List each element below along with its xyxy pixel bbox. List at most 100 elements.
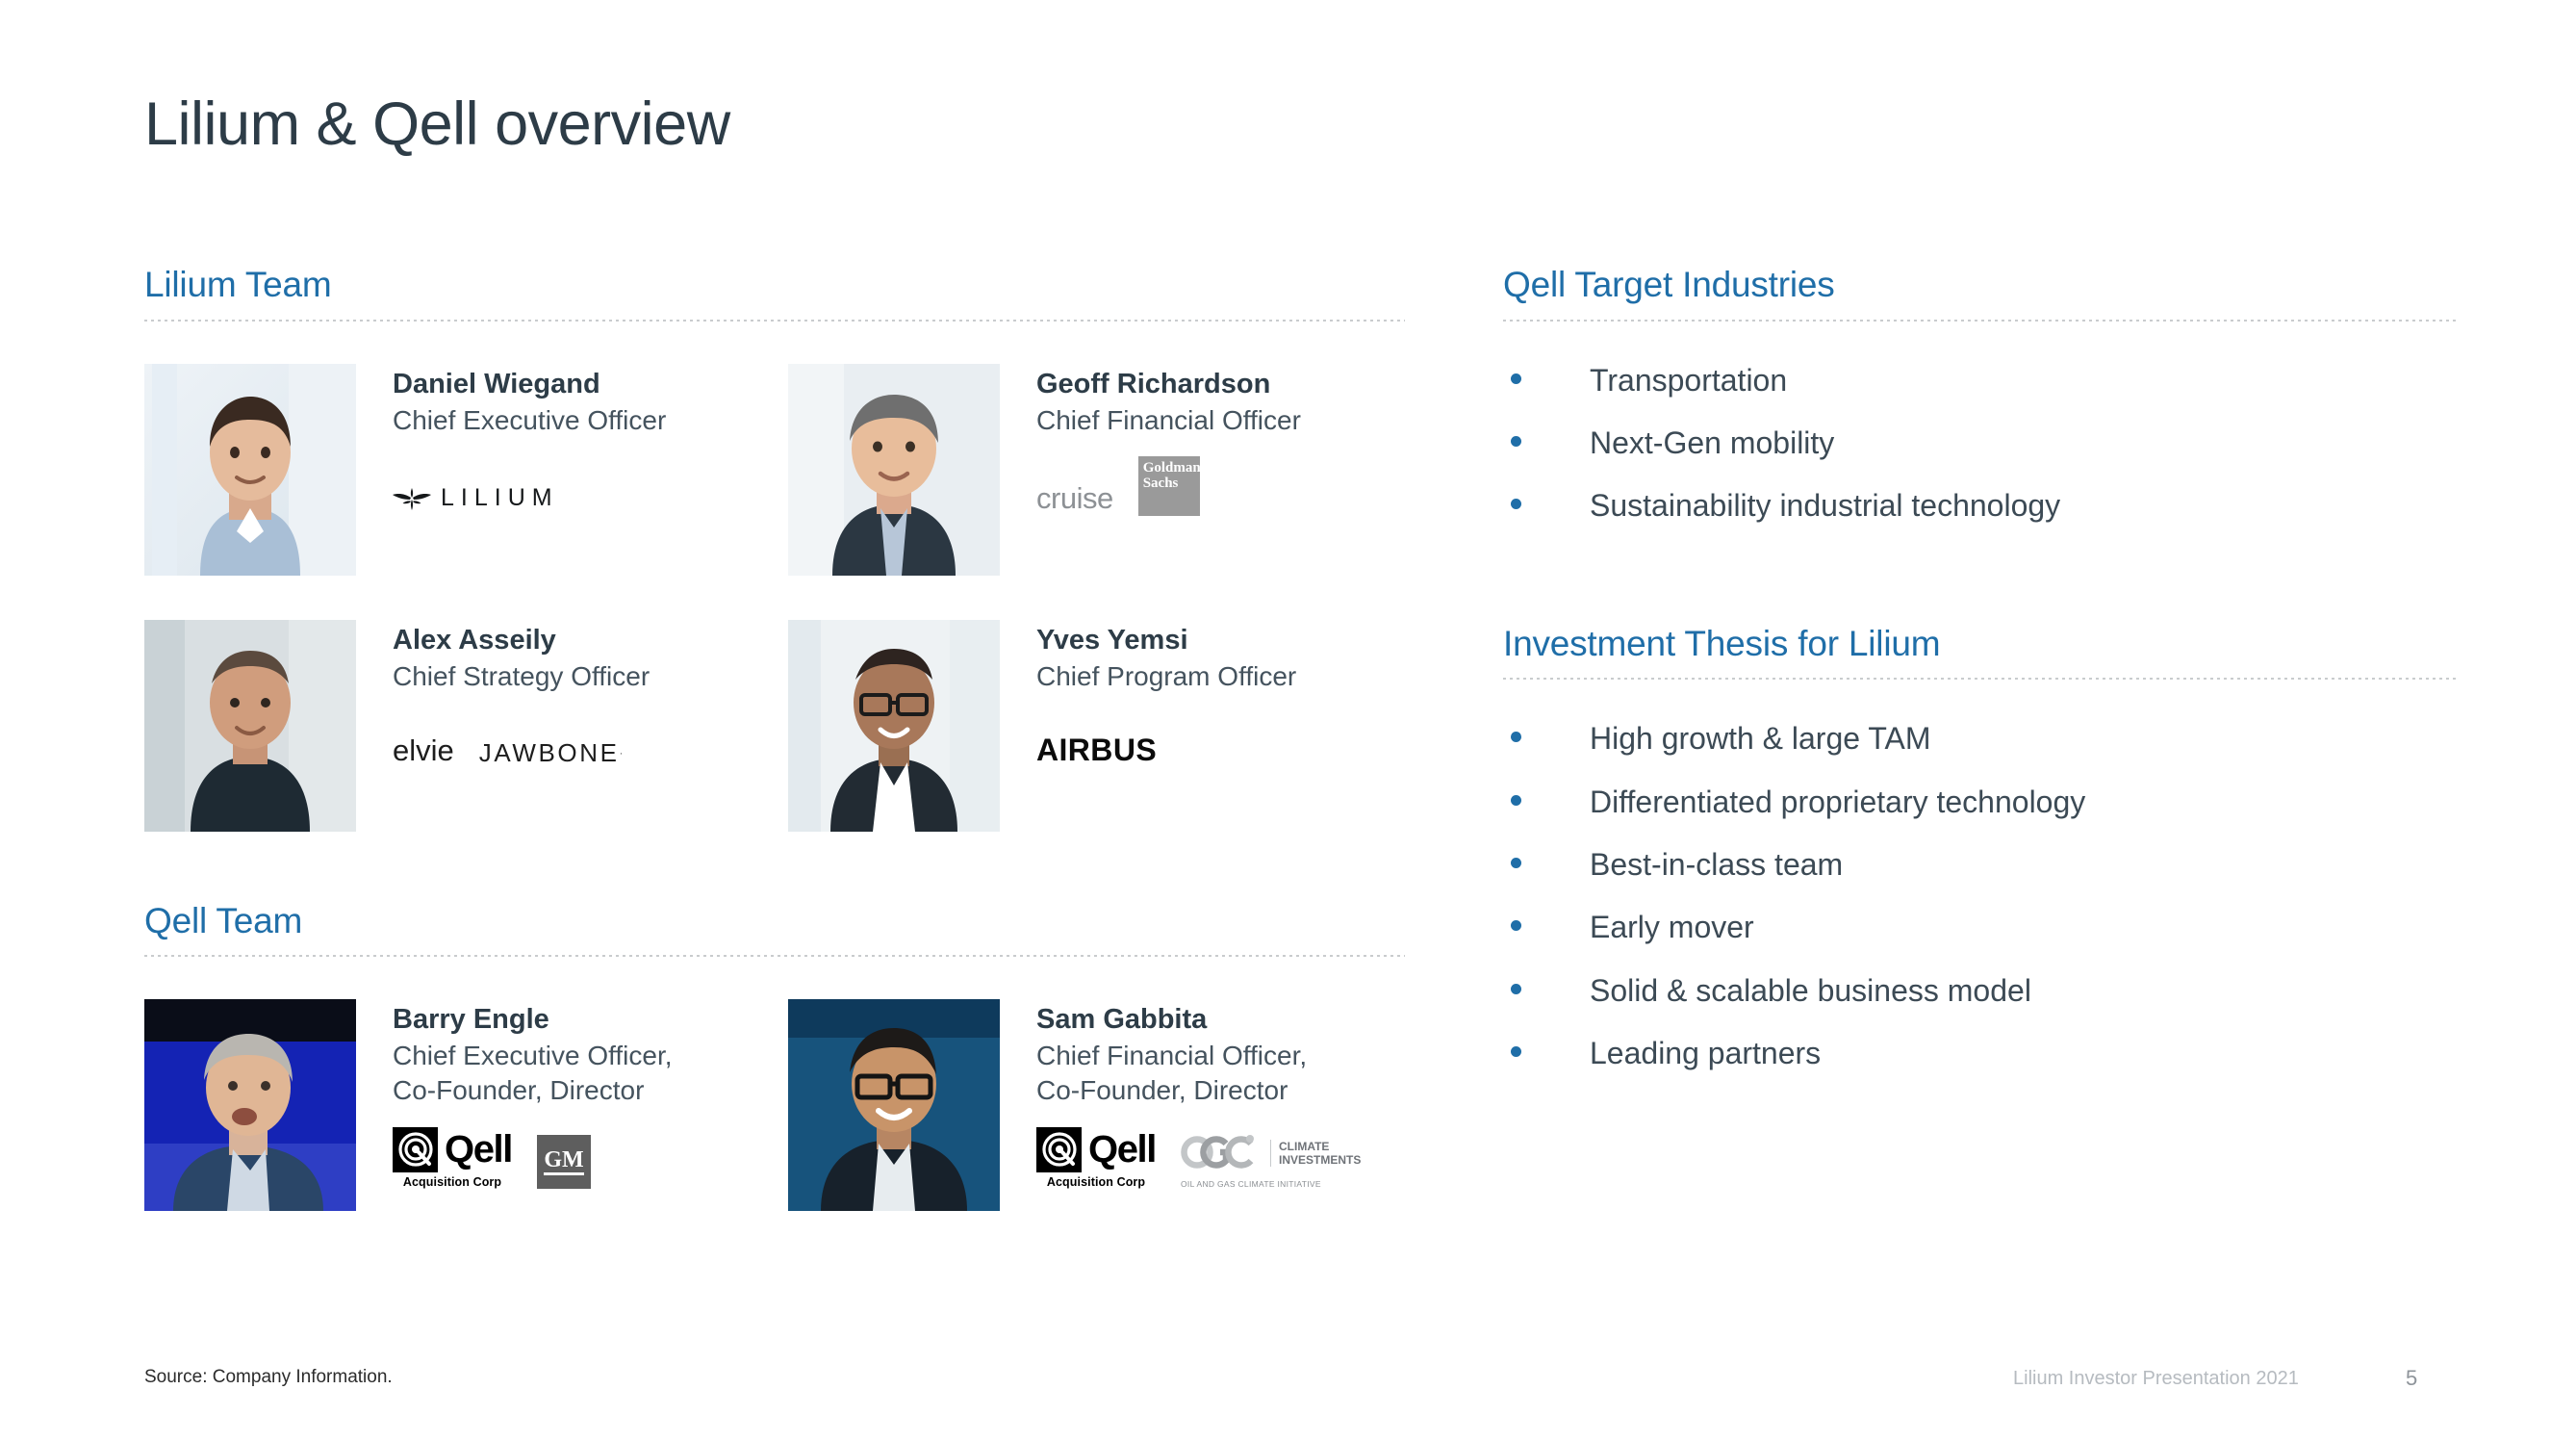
left-column: Lilium Team Daniel Wiegand Chief Executi…	[144, 265, 1405, 1212]
investment-thesis-list: High growth & large TAM Differentiated p…	[1503, 720, 2456, 1071]
person-logo-row: Qell Acquisition Corp GM	[393, 1126, 761, 1189]
bullet-dot-icon	[1511, 732, 1521, 743]
list-item: Sustainability industrial technology	[1503, 487, 2456, 524]
lilium-logo: LILIUM	[393, 484, 559, 512]
goldman-sachs-logo: Goldman Sachs	[1137, 456, 1201, 517]
person-logo-row: cruise Goldman Sachs	[1036, 456, 1405, 517]
person-logo-row: Qell Acquisition Corp CLIMATE INVESTMENT…	[1036, 1126, 1405, 1189]
person-title: Chief Strategy Officer	[393, 660, 650, 691]
gm-wordmark: GM	[544, 1148, 584, 1175]
list-item: Early mover	[1503, 909, 2456, 945]
qell-mark-icon	[393, 1126, 438, 1172]
bullet-dot-icon	[1511, 983, 1521, 994]
bullet-dot-icon	[1511, 373, 1521, 384]
list-item: Next-Gen mobility	[1503, 425, 2456, 461]
person-details: Yves Yemsi Chief Program Officer AIRBUS	[1036, 620, 1405, 769]
bullet-dot-icon	[1511, 858, 1521, 869]
avatar	[144, 363, 356, 576]
section-heading-target-industries: Qell Target Industries	[1503, 265, 1835, 304]
page-number: 5	[2406, 1366, 2418, 1390]
person-name: Yves Yemsi	[1036, 624, 1188, 656]
airbus-logo: AIRBUS	[1036, 733, 1157, 768]
qell-subtitle: Acquisition Corp	[402, 1174, 502, 1189]
person-card: Yves Yemsi Chief Program Officer AIRBUS	[788, 619, 1405, 832]
goldman-sachs-line1: Goldman	[1142, 460, 1201, 476]
avatar	[144, 999, 356, 1212]
person-card: Barry Engle Chief Executive Officer, Co-…	[144, 999, 761, 1212]
elvie-wordmark: elvie	[393, 733, 454, 768]
list-item-label: Solid & scalable business model	[1590, 972, 2031, 1008]
person-name: Geoff Richardson	[1036, 368, 1271, 399]
list-item-label: Sustainability industrial technology	[1590, 488, 2061, 524]
deck-name: Lilium Investor Presentation 2021	[2013, 1368, 2299, 1389]
list-item: Solid & scalable business model	[1503, 972, 2456, 1009]
elvie-logo: elvie	[393, 733, 454, 768]
list-item-label: Next-Gen mobility	[1590, 425, 1835, 460]
bullet-dot-icon	[1511, 920, 1521, 932]
section-divider	[144, 955, 1405, 958]
target-industries-list: Transportation Next-Gen mobility Sustain…	[1503, 362, 2456, 525]
qell-subtitle: Acquisition Corp	[1046, 1174, 1146, 1189]
list-item-label: Transportation	[1590, 362, 1788, 398]
person-details: Geoff Richardson Chief Financial Officer…	[1036, 364, 1405, 517]
list-item: Best-in-class team	[1503, 846, 2456, 883]
ogci-logo-main: CLIMATE INVESTMENTS	[1181, 1132, 1361, 1175]
person-logo-row: elvie JAWBONE ·	[393, 712, 761, 768]
person-details: Daniel Wiegand Chief Executive Officer L…	[393, 364, 761, 513]
ogci-subtitle: OIL AND GAS CLIMATE INITIATIVE	[1181, 1178, 1321, 1189]
person-details: Alex Asseily Chief Strategy Officer elvi…	[393, 620, 761, 769]
person-logo-row: AIRBUS	[1036, 712, 1405, 768]
section-investment-thesis: Investment Thesis for Lilium High growth…	[1503, 624, 2456, 1072]
list-item-label: Early mover	[1590, 910, 1754, 945]
person-name: Alex Asseily	[393, 624, 556, 656]
list-item: Transportation	[1503, 362, 2456, 399]
ogci-logo: CLIMATE INVESTMENTS OIL AND GAS CLIMATE …	[1181, 1132, 1361, 1189]
person-card: Alex Asseily Chief Strategy Officer elvi…	[144, 619, 761, 832]
person-details: Sam Gabbita Chief Financial Officer, Co-…	[1036, 999, 1405, 1189]
list-item-label: Differentiated proprietary technology	[1590, 784, 2086, 819]
qell-logo-main: Qell	[1036, 1126, 1157, 1172]
bullet-dot-icon	[1511, 435, 1521, 447]
list-item-label: High growth & large TAM	[1590, 721, 1931, 757]
qell-acquisition-corp-logo: Qell Acquisition Corp	[1036, 1126, 1157, 1189]
bullet-dot-icon	[1511, 499, 1521, 510]
list-item: Leading partners	[1503, 1035, 2456, 1071]
person-name: Barry Engle	[393, 1004, 549, 1036]
person-details: Barry Engle Chief Executive Officer, Co-…	[393, 999, 761, 1189]
avatar	[788, 619, 1000, 832]
person-title: Chief Executive Officer, Co-Founder, Dir…	[393, 1041, 673, 1106]
person-card: Geoff Richardson Chief Financial Officer…	[788, 363, 1405, 576]
section-heading-investment-thesis: Investment Thesis for Lilium	[1503, 623, 1941, 663]
person-card: Sam Gabbita Chief Financial Officer, Co-…	[788, 999, 1405, 1212]
qell-mark-icon	[1036, 1126, 1082, 1172]
right-column: Qell Target Industries Transportation Ne…	[1503, 265, 2456, 1098]
qell-acquisition-corp-logo: Qell Acquisition Corp	[393, 1126, 513, 1189]
person-name: Daniel Wiegand	[393, 368, 600, 399]
section-heading-qell-team: Qell Team	[144, 900, 303, 940]
cruise-wordmark: cruise	[1036, 481, 1113, 516]
lilium-wordmark: LILIUM	[441, 484, 559, 512]
source-note: Source: Company Information.	[144, 1367, 393, 1387]
bullet-dot-icon	[1511, 1046, 1521, 1058]
qell-logo-main: Qell	[393, 1126, 513, 1172]
section-divider	[1503, 678, 2456, 681]
person-title: Chief Executive Officer	[393, 404, 667, 435]
goldman-sachs-line2: Sachs	[1142, 475, 1179, 491]
jawbone-trademark-icon: ·	[619, 747, 624, 759]
page-title: Lilium & Qell overview	[144, 90, 730, 158]
section-target-industries: Qell Target Industries Transportation Ne…	[1503, 265, 2456, 525]
gm-logo: GM	[537, 1134, 591, 1189]
list-item: Differentiated proprietary technology	[1503, 784, 2456, 820]
lilium-team-row-1: Daniel Wiegand Chief Executive Officer L…	[144, 363, 1405, 576]
person-card: Daniel Wiegand Chief Executive Officer L…	[144, 363, 761, 576]
jawbone-wordmark: JAWBONE	[478, 738, 620, 768]
list-item-label: Leading partners	[1590, 1036, 1822, 1071]
person-name: Sam Gabbita	[1036, 1004, 1208, 1036]
section-qell-team: Qell Team Barry Engle Chief Executive Of…	[144, 901, 1405, 1212]
qell-wordmark: Qell	[445, 1128, 513, 1171]
person-logo-row: LILIUM	[393, 456, 761, 512]
lilium-team-row-2: Alex Asseily Chief Strategy Officer elvi…	[144, 619, 1405, 832]
cruise-logo: cruise	[1036, 481, 1113, 516]
bullet-dot-icon	[1511, 794, 1521, 806]
